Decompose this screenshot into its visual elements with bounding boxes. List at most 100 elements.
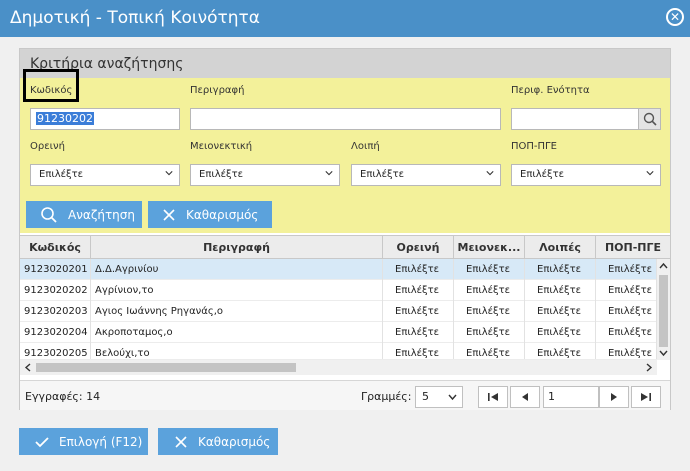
- previous-page-icon: [522, 393, 528, 401]
- other-select[interactable]: Επιλέξτε: [351, 164, 501, 186]
- column-header-description[interactable]: Περιγραφή: [91, 236, 383, 259]
- cell-pop[interactable]: Επιλέξτε: [596, 259, 657, 280]
- column-header-code[interactable]: Κωδικός: [20, 236, 91, 259]
- rows-label: Γραμμές:: [361, 390, 412, 403]
- other-select-value: Επιλέξτε: [360, 169, 405, 180]
- chevron-down-icon: [646, 171, 654, 176]
- next-page-button[interactable]: [599, 386, 629, 408]
- criteria-header: Κριτήρια αναζήτησης: [20, 49, 670, 78]
- mountain-label: Ορεινή: [30, 141, 65, 152]
- pop-select-value: Επιλέξτε: [520, 169, 565, 180]
- cell-code: 9123020202: [20, 280, 91, 301]
- grid-header: Κωδικός Περιγραφή Ορεινή Μειονεκ... Λοιπ…: [20, 236, 670, 259]
- cell-other[interactable]: Επιλέξτε: [525, 280, 596, 301]
- chevron-right-icon[interactable]: [645, 363, 653, 372]
- cell-mountain[interactable]: Επιλέξτε: [383, 301, 454, 322]
- horizontal-scrollbar[interactable]: [20, 360, 657, 375]
- cell-pop[interactable]: Επιλέξτε: [596, 301, 657, 322]
- page-number-value: 1: [548, 390, 555, 403]
- first-page-button[interactable]: [478, 386, 508, 408]
- cell-minority[interactable]: Επιλέξτε: [454, 322, 525, 343]
- search-button-label: Αναζήτηση: [68, 207, 135, 222]
- search-icon: [41, 206, 57, 223]
- clear-criteria-label: Καθαρισμός: [186, 207, 259, 222]
- minority-select[interactable]: Επιλέξτε: [190, 164, 340, 186]
- cell-other[interactable]: Επιλέξτε: [525, 322, 596, 343]
- chevron-down-icon: [165, 171, 173, 176]
- cell-mountain[interactable]: Επιλέξτε: [383, 322, 454, 343]
- title-bar: Δημοτική - Τοπική Κοινότητα ✕: [0, 0, 690, 37]
- cell-minority[interactable]: Επιλέξτε: [454, 280, 525, 301]
- cell-pop[interactable]: Επιλέξτε: [596, 322, 657, 343]
- grid-footer: Εγγραφές: 14 Γραμμές: 5 1: [20, 380, 670, 410]
- unit-search-icon[interactable]: [638, 109, 660, 129]
- cell-description: Ακροποταμος,ο: [91, 322, 383, 343]
- column-header-pop[interactable]: ΠΟΠ-ΠΓΕ: [596, 236, 670, 259]
- code-input[interactable]: 91230202: [30, 108, 180, 130]
- cell-other[interactable]: Επιλέξτε: [525, 301, 596, 322]
- pop-select[interactable]: Επιλέξτε: [511, 164, 661, 186]
- close-icon: [163, 208, 175, 221]
- minority-select-value: Επιλέξτε: [199, 169, 244, 180]
- cell-mountain[interactable]: Επιλέξτε: [383, 280, 454, 301]
- cell-other[interactable]: Επιλέξτε: [525, 259, 596, 280]
- column-header-minority[interactable]: Μειονεκ...: [454, 236, 525, 259]
- description-input[interactable]: [190, 108, 501, 130]
- unit-label: Περιφ. Ενότητα: [511, 85, 590, 96]
- chevron-left-icon[interactable]: [24, 363, 32, 372]
- minority-label: Μειονεκτική: [190, 141, 253, 152]
- last-page-icon: [641, 393, 651, 401]
- close-icon[interactable]: ✕: [666, 8, 684, 26]
- vertical-scroll-thumb[interactable]: [659, 275, 668, 347]
- search-button[interactable]: Αναζήτηση: [26, 201, 142, 228]
- cell-code: 9123020201: [20, 259, 91, 280]
- chevron-down-icon: [325, 171, 333, 176]
- vertical-scrollbar[interactable]: [657, 259, 670, 360]
- cell-code: 9123020204: [20, 322, 91, 343]
- cell-pop[interactable]: Επιλέξτε: [596, 343, 657, 359]
- cell-code: 9123020205: [20, 343, 91, 359]
- last-page-button[interactable]: [631, 386, 661, 408]
- cell-minority[interactable]: Επιλέξτε: [454, 301, 525, 322]
- select-button[interactable]: Επιλογή (F12): [19, 428, 148, 455]
- rows-per-page-select[interactable]: 5: [415, 386, 463, 408]
- clear-button[interactable]: Καθαρισμός: [158, 428, 278, 455]
- mountain-select[interactable]: Επιλέξτε: [30, 164, 180, 186]
- cell-mountain[interactable]: Επιλέξτε: [383, 343, 454, 359]
- cell-other[interactable]: Επιλέξτε: [525, 343, 596, 359]
- chevron-down-icon: [486, 171, 494, 176]
- cell-minority[interactable]: Επιλέξτε: [454, 343, 525, 359]
- search-panel: Κριτήρια αναζήτησης Κωδικός Περιγραφή Πε…: [19, 48, 671, 410]
- cell-minority[interactable]: Επιλέξτε: [454, 259, 525, 280]
- horizontal-scroll-thumb[interactable]: [36, 363, 296, 372]
- cell-description: Αγρίνιον,το: [91, 280, 383, 301]
- cell-mountain[interactable]: Επιλέξτε: [383, 259, 454, 280]
- window-title: Δημοτική - Τοπική Κοινότητα: [10, 8, 260, 28]
- check-icon: [35, 436, 49, 447]
- select-button-label: Επιλογή (F12): [59, 434, 143, 449]
- cell-pop[interactable]: Επιλέξτε: [596, 280, 657, 301]
- table-row[interactable]: 9123020204 Ακροποταμος,ο Επιλέξτε Επιλέξ…: [20, 322, 657, 343]
- chevron-down-icon: [448, 394, 457, 401]
- page-number-input[interactable]: 1: [543, 386, 599, 408]
- description-label: Περιγραφή: [190, 85, 245, 96]
- cell-description: Δ.Δ.Αγρινίου: [91, 259, 383, 280]
- rows-per-page-value: 5: [422, 390, 429, 403]
- first-page-icon: [488, 393, 498, 401]
- unit-input[interactable]: [511, 108, 661, 130]
- chevron-up-icon[interactable]: [659, 262, 668, 270]
- clear-criteria-button[interactable]: Καθαρισμός: [148, 201, 272, 228]
- column-header-mountain[interactable]: Ορεινή: [383, 236, 454, 259]
- results-grid: Κωδικός Περιγραφή Ορεινή Μειονεκ... Λοιπ…: [20, 235, 670, 378]
- table-row[interactable]: 9123020203 Αγιος Ιωάννης Ρηγανάς,ο Επιλέ…: [20, 301, 657, 322]
- clear-button-label: Καθαρισμός: [198, 434, 271, 449]
- previous-page-button[interactable]: [510, 386, 540, 408]
- other-label: Λοιπή: [351, 141, 380, 152]
- column-header-other[interactable]: Λοιπές: [525, 236, 596, 259]
- table-row[interactable]: 9123020202 Αγρίνιον,το Επιλέξτε Επιλέξτε…: [20, 280, 657, 301]
- table-row[interactable]: 9123020201 Δ.Δ.Αγρινίου Επιλέξτε Επιλέξτ…: [20, 259, 657, 280]
- cell-description: Βελούχι,το: [91, 343, 383, 359]
- code-value: 91230202: [36, 112, 94, 125]
- chevron-down-icon[interactable]: [659, 349, 668, 357]
- table-row[interactable]: 9123020205 Βελούχι,το Επιλέξτε Επιλέξτε …: [20, 343, 657, 360]
